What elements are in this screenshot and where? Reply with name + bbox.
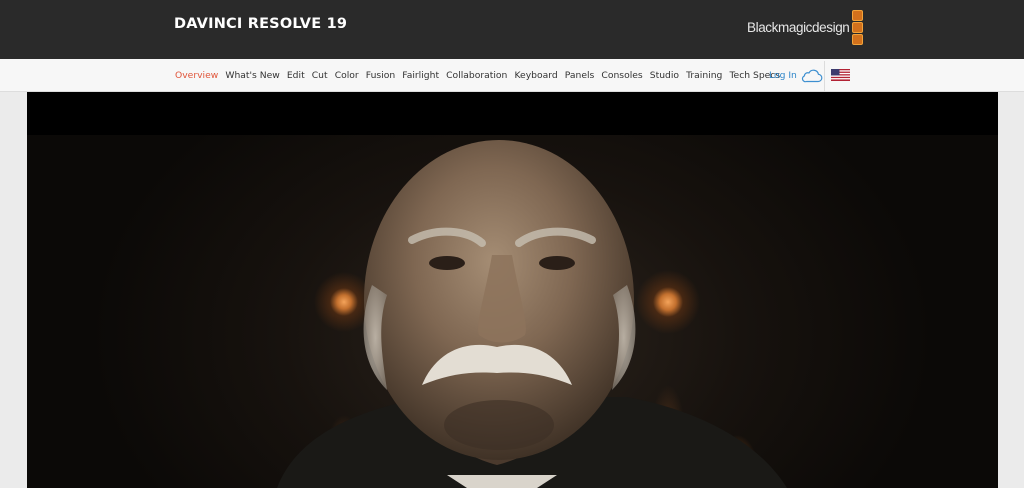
product-nav-bar: Overview What's New Edit Cut Color Fusio…: [0, 59, 1024, 92]
hero-image: [27, 135, 998, 488]
nav-item-studio[interactable]: Studio: [650, 70, 679, 81]
nav-divider: [824, 61, 825, 91]
nav-item-keyboard[interactable]: Keyboard: [514, 70, 557, 81]
brand-logo-square: [852, 33, 864, 45]
nav-item-panels[interactable]: Panels: [565, 70, 595, 81]
nav-item-training[interactable]: Training: [686, 70, 722, 81]
nav-item-consoles[interactable]: Consoles: [601, 70, 642, 81]
product-title[interactable]: DAVINCI RESOLVE 19: [174, 16, 347, 32]
nav-item-fairlight[interactable]: Fairlight: [402, 70, 439, 81]
brand-logo-text: Blackmagicdesign: [747, 19, 850, 35]
nav-item-whats-new[interactable]: What's New: [225, 70, 279, 81]
us-flag-icon[interactable]: [831, 69, 850, 81]
nav-item-color[interactable]: Color: [335, 70, 359, 81]
brand-logo-square: [852, 21, 864, 33]
login-link[interactable]: Log In: [769, 59, 823, 92]
nav-item-collaboration[interactable]: Collaboration: [446, 70, 507, 81]
brand-logo[interactable]: Blackmagicdesign: [747, 9, 864, 45]
hero-subject-illustration: [277, 140, 787, 488]
nav-item-fusion[interactable]: Fusion: [366, 70, 395, 81]
nav-item-overview[interactable]: Overview: [175, 70, 218, 81]
hero-video[interactable]: [27, 92, 998, 488]
product-nav: Overview What's New Edit Cut Color Fusio…: [175, 59, 787, 92]
nav-item-edit[interactable]: Edit: [287, 70, 305, 81]
brand-logo-square: [852, 9, 864, 21]
nav-item-cut[interactable]: Cut: [312, 70, 328, 81]
cloud-icon: [801, 69, 823, 82]
login-label: Log In: [769, 70, 797, 81]
brand-logo-icon: [852, 9, 864, 45]
top-header: DAVINCI RESOLVE 19 Blackmagicdesign: [0, 0, 1024, 59]
